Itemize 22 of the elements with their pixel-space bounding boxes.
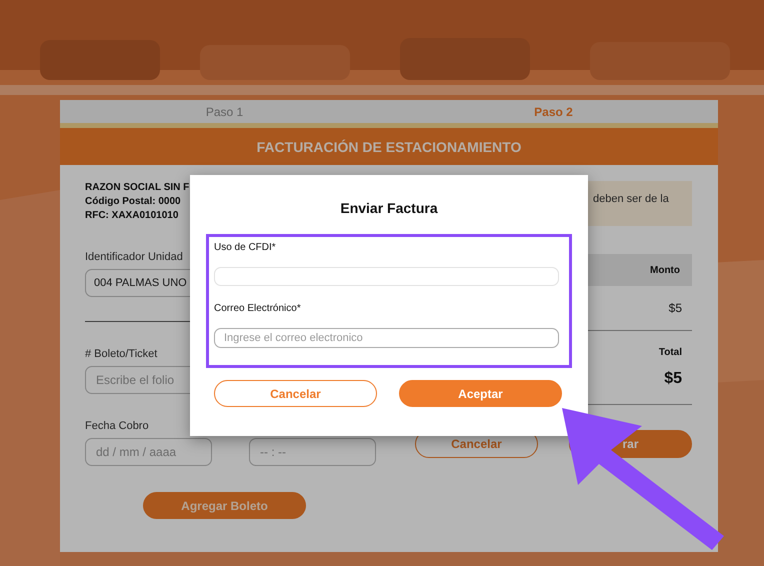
- accept-button[interactable]: Aceptar: [399, 380, 562, 407]
- cancel-button[interactable]: Cancelar: [214, 380, 377, 407]
- field-label: Fecha Cobro: [85, 420, 150, 432]
- total-label: Total: [658, 347, 682, 358]
- column-heading: Monto: [650, 264, 680, 276]
- field-label: # Boleto/Ticket: [85, 348, 158, 360]
- amount-cell: $5: [668, 301, 682, 315]
- input-field[interactable]: Ingrese el correo electronico: [214, 328, 559, 348]
- time-field[interactable]: -- : --: [249, 438, 376, 466]
- add-ticket-button[interactable]: Agregar Boleto: [143, 492, 306, 519]
- step-tab[interactable]: Paso 1: [60, 100, 389, 123]
- company-info: RAZON SOCIAL SIN F: [85, 181, 190, 195]
- notice-text: deben ser de la: [593, 193, 669, 205]
- dialog-title: Enviar Factura: [340, 200, 438, 216]
- field-label: Uso de CFDI*: [214, 242, 277, 253]
- company-info: RFC: XAXA0101010: [85, 209, 180, 223]
- page-header: FACTURACIÓN DE ESTACIONAMIENTO: [60, 128, 718, 165]
- total-amount: $5: [664, 370, 682, 388]
- date-field[interactable]: dd / mm / aaaa: [85, 438, 212, 466]
- field-label: Correo Electrónico*: [214, 302, 302, 314]
- field-label: Identificador Unidad: [85, 251, 184, 263]
- step-tab[interactable]: Paso 2: [389, 100, 718, 123]
